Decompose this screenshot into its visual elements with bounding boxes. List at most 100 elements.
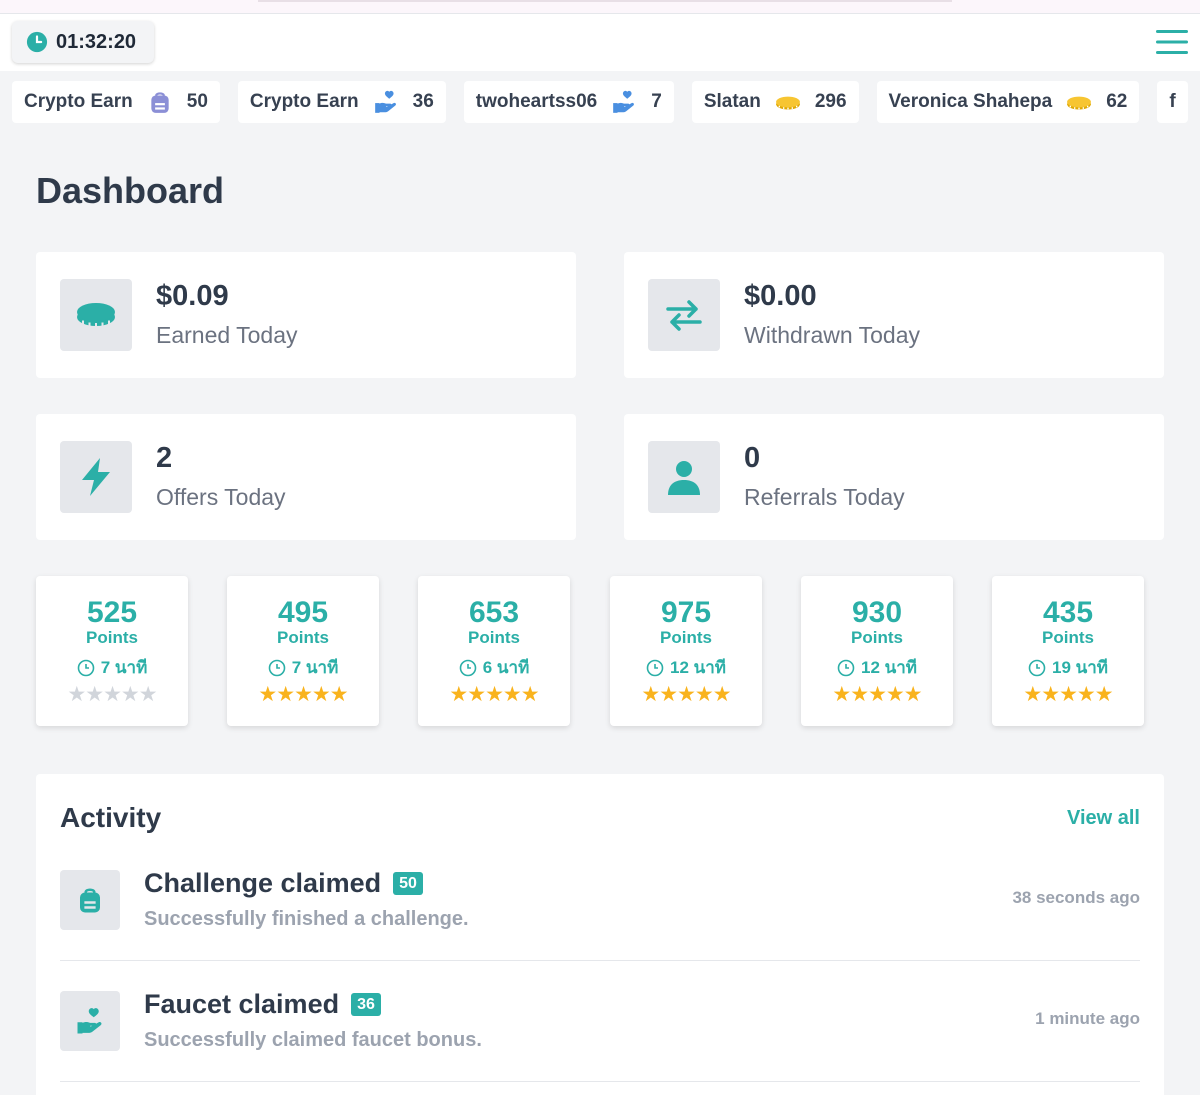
star-icon: ★ (449, 683, 468, 706)
star-icon: ★ (903, 683, 923, 706)
activity-panel: Activity View all Challenge claimed 50 S… (36, 774, 1164, 1095)
clock-icon (646, 659, 664, 676)
clock-icon (77, 659, 95, 676)
offer-duration: 6 นาที (418, 654, 570, 681)
offer-points: 525 (86, 596, 138, 629)
stat-icon-box (648, 441, 720, 513)
clock-icon (26, 31, 48, 53)
stat-card-earned: $0.09 Earned Today (36, 252, 576, 378)
activity-divider (60, 960, 1140, 961)
offer-points-label: Points (1042, 628, 1094, 647)
view-all-link[interactable]: View all (1067, 807, 1140, 830)
star-icon: ★ (659, 683, 678, 706)
transfer-arrows-icon (666, 300, 702, 331)
star-icon: ★ (276, 683, 295, 706)
star-icon: ★ (467, 683, 486, 706)
coins-icon (1067, 96, 1092, 110)
ticker-item: Crypto Earn 50 (12, 81, 220, 123)
hand-heart-icon (374, 90, 396, 113)
stat-card-offers: 2 Offers Today (36, 414, 576, 540)
star-rating: ★★★★★ (801, 682, 953, 707)
activity-item-description: Successfully claimed faucet bonus. (144, 1029, 482, 1051)
offer-card[interactable]: 975 Points 12 นาที ★★★★★ (610, 576, 762, 726)
star-icon: ★ (641, 683, 660, 706)
session-timer: 01:32:20 (12, 21, 154, 63)
stat-label: Earned Today (156, 322, 298, 348)
star-icon: ★ (120, 683, 140, 706)
star-icon: ★ (712, 683, 732, 706)
stat-icon-box (648, 279, 720, 351)
offer-points-label: Points (851, 628, 903, 647)
offer-duration: 12 นาที (801, 654, 953, 681)
activity-item-title-row: Faucet claimed 36 (144, 989, 381, 1020)
offer-points: 495 (277, 596, 329, 629)
offer-duration-text: 19 นาที (1051, 658, 1108, 677)
activity-divider (60, 1081, 1140, 1082)
stat-card-withdrawn: $0.00 Withdrawn Today (624, 252, 1164, 378)
stat-value: 2 (156, 442, 173, 474)
ticker-amount: 50 (186, 91, 208, 112)
ticker-amount: 62 (1106, 91, 1128, 112)
offer-points-label: Points (468, 628, 520, 647)
offer-card[interactable]: 653 Points 6 นาที ★★★★★ (418, 576, 570, 726)
timer-value: 01:32:20 (56, 30, 137, 53)
stat-label: Withdrawn Today (744, 322, 920, 348)
activity-points-badge: 50 (393, 872, 423, 895)
offer-duration: 7 นาที (227, 654, 379, 681)
star-icon: ★ (677, 683, 696, 706)
activity-item-time: 38 seconds ago (1012, 888, 1140, 907)
star-icon: ★ (885, 683, 905, 706)
star-icon: ★ (1023, 683, 1042, 706)
ticker-user-name: f (1169, 91, 1176, 112)
offer-points-label: Points (277, 628, 329, 647)
offer-points-label: Points (660, 628, 712, 647)
activity-title: Activity (60, 802, 162, 833)
star-icon: ★ (138, 683, 158, 706)
offer-points: 975 (660, 596, 712, 629)
star-icon: ★ (694, 683, 714, 706)
offer-points: 653 (468, 596, 520, 629)
stat-icon-box (60, 279, 132, 351)
ticker-user-name: Crypto Earn (24, 91, 133, 112)
star-icon: ★ (1041, 683, 1060, 706)
coins-icon (775, 96, 800, 110)
activity-item: Faucet claimed 36 Successfully claimed f… (60, 989, 1140, 1095)
ticker-item: twoheartss06 7 (463, 81, 674, 123)
offer-card[interactable]: 435 Points 19 นาที ★★★★★ (992, 576, 1144, 726)
star-icon: ★ (520, 683, 540, 706)
ticker-user-name: twoheartss06 (475, 91, 598, 112)
offer-card[interactable]: 525 Points 7 นาที ★★★★★ (36, 576, 188, 726)
stat-value: $0.00 (744, 280, 817, 312)
offer-card[interactable]: 495 Points 7 นาที ★★★★★ (227, 576, 379, 726)
offer-points: 435 (1042, 596, 1094, 629)
activity-item-title: Challenge claimed (144, 868, 382, 898)
activity-icon-box (60, 870, 120, 930)
star-icon: ★ (1076, 683, 1096, 706)
star-icon: ★ (850, 683, 869, 706)
top-strip-pill (258, 0, 952, 2)
ticker-item: Crypto Earn 36 (237, 81, 446, 123)
ticker-item: Slatan 296 (691, 81, 859, 123)
activity-item-description: Successfully finished a challenge. (144, 908, 469, 930)
clock-icon (837, 659, 855, 676)
star-icon: ★ (502, 683, 522, 706)
offer-card[interactable]: 930 Points 12 นาที ★★★★★ (801, 576, 953, 726)
offer-duration: 19 นาที (992, 654, 1144, 681)
hand-heart-icon (77, 1008, 102, 1034)
ticker-amount: 7 (651, 91, 662, 112)
hamburger-menu-icon[interactable] (1156, 28, 1188, 56)
star-icon: ★ (294, 683, 313, 706)
offer-duration: 7 นาที (36, 654, 188, 681)
activity-item: Challenge claimed 50 Successfully finish… (60, 868, 1140, 991)
star-icon: ★ (329, 683, 349, 706)
ticker-amount: 296 (814, 91, 847, 112)
offer-duration-text: 12 นาที (860, 658, 917, 677)
offer-duration-text: 7 นาที (291, 658, 339, 677)
stat-value: 0 (744, 442, 761, 474)
star-icon: ★ (1059, 683, 1078, 706)
activity-points-badge: 36 (351, 993, 381, 1016)
activity-icon-box (60, 991, 120, 1051)
star-rating: ★★★★★ (992, 682, 1144, 707)
stat-icon-box (60, 441, 132, 513)
backpack-icon (151, 92, 169, 113)
